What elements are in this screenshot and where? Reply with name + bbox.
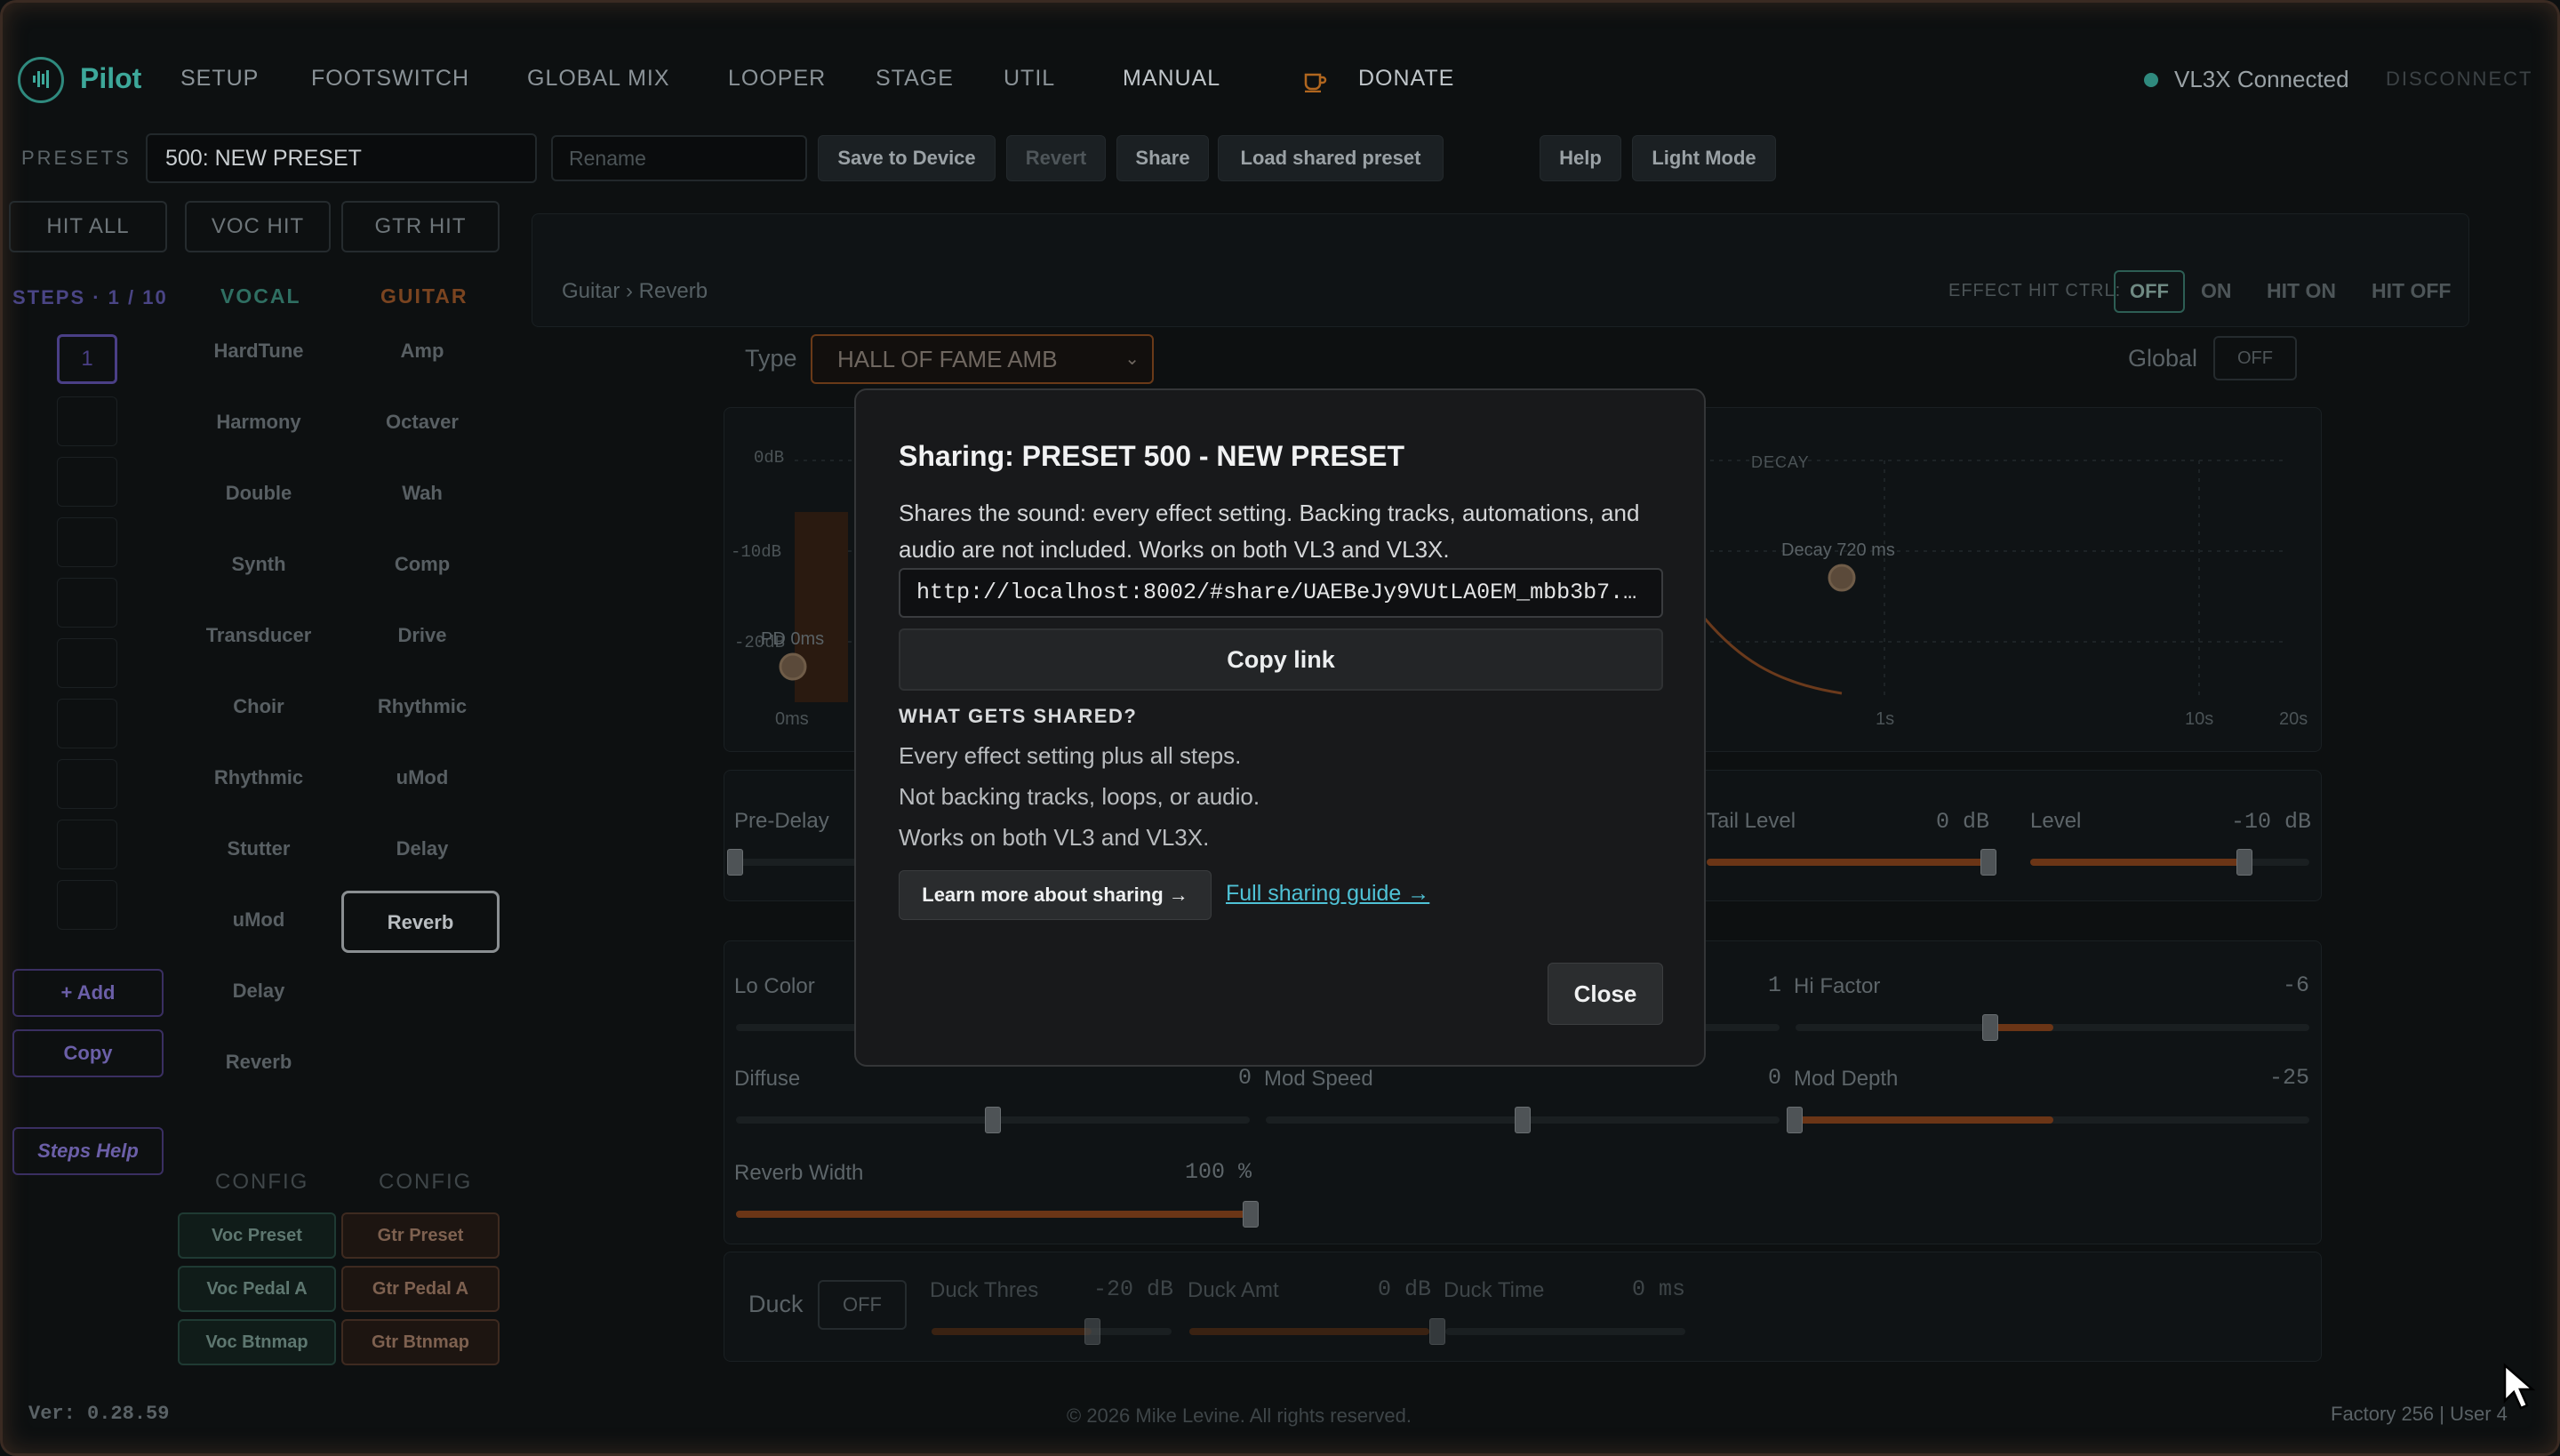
shared-info-item: Not backing tracks, loops, or audio.: [899, 783, 1260, 810]
shared-info-item: Works on both VL3 and VL3X.: [899, 824, 1210, 851]
share-url-field[interactable]: http://localhost:8002/#share/UAEBeJy9VUt…: [899, 568, 1663, 618]
close-button[interactable]: Close: [1548, 963, 1663, 1025]
copy-link-button[interactable]: Copy link: [899, 628, 1663, 691]
learn-more-button[interactable]: Learn more about sharing →: [899, 870, 1212, 920]
dialog-description: Shares the sound: every effect setting. …: [899, 500, 1640, 563]
what-gets-shared-heading: WHAT GETS SHARED?: [899, 705, 1138, 727]
share-dialog: Sharing: PRESET 500 - NEW PRESET Shares …: [854, 388, 1706, 1067]
shared-info-item: Every effect setting plus all steps.: [899, 742, 1242, 769]
mouse-cursor-icon: [2503, 1363, 2536, 1410]
full-sharing-guide-link[interactable]: Full sharing guide →: [1226, 881, 1429, 907]
dialog-title: Sharing: PRESET 500 - NEW PRESET: [899, 440, 1404, 472]
